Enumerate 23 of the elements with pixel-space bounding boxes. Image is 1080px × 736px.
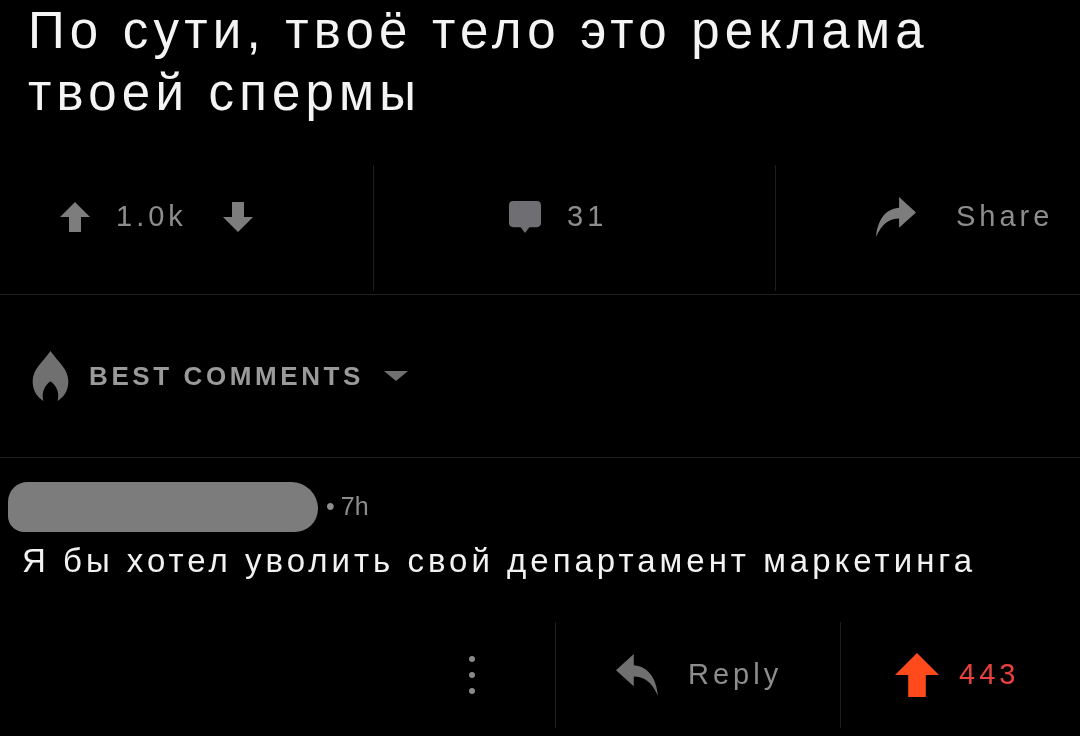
comments-button[interactable]: 31 xyxy=(509,195,608,239)
upvote-button[interactable] xyxy=(60,202,90,232)
post-title: По сути, твоё тело это реклама твоей спермы xyxy=(28,1,930,123)
vote-count: 1.0k xyxy=(116,199,187,235)
sort-dropdown-button[interactable]: BEST COMMENTS xyxy=(32,351,409,401)
upvote-button[interactable] xyxy=(895,652,939,697)
curved-arrow-icon xyxy=(616,653,658,696)
upvote-arrow-icon xyxy=(895,652,939,697)
comment-text: Я бы хотел уволить свой департамент маркетинга xyxy=(21,541,978,581)
caret-icon xyxy=(384,371,409,381)
comment-separator: • xyxy=(326,491,335,523)
reply-button[interactable]: Reply xyxy=(616,652,783,697)
flame-icon xyxy=(32,351,69,401)
share-button[interactable]: Share xyxy=(876,195,1054,239)
more-options-button[interactable] xyxy=(469,655,475,694)
vertical-dots-icon xyxy=(469,655,475,694)
comment-score: 443 xyxy=(959,656,1020,692)
speech-bubble-icon xyxy=(509,201,541,233)
downvote-arrow-icon xyxy=(222,202,253,232)
upvote-arrow-icon xyxy=(60,202,90,232)
comment-time: 7h xyxy=(340,491,369,523)
curved-arrow-icon xyxy=(876,197,916,237)
downvote-button[interactable] xyxy=(222,202,253,232)
